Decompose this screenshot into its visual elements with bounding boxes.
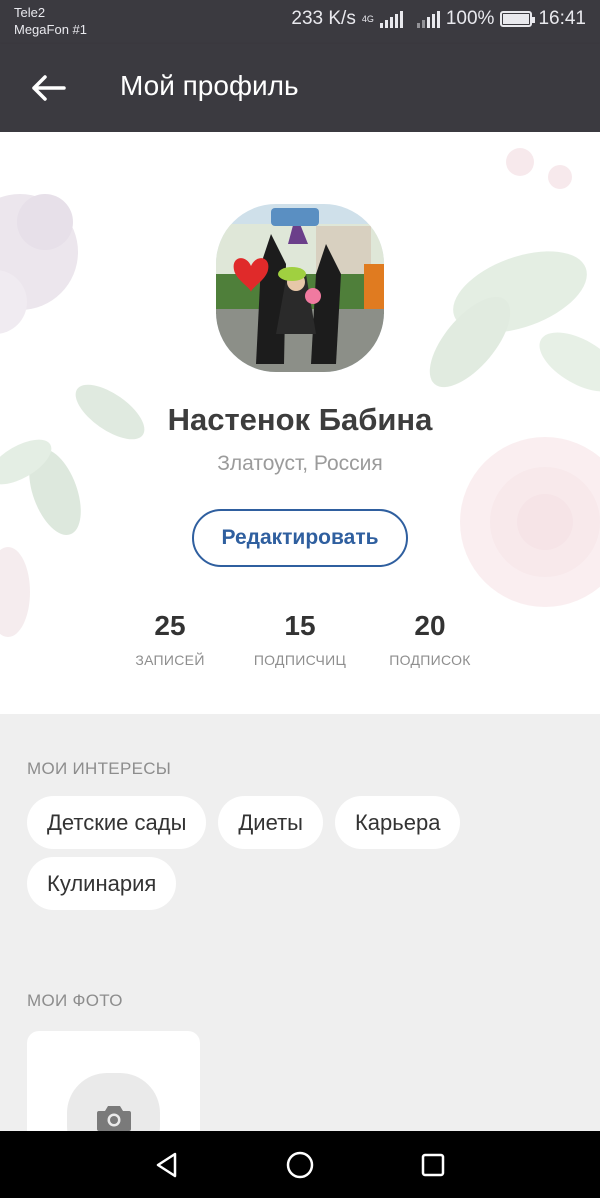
stat-label: ПОДПИСОК xyxy=(389,652,471,668)
nav-back-button[interactable] xyxy=(147,1145,187,1185)
nav-recents-button[interactable] xyxy=(413,1145,453,1185)
profile-header: Настенок Бабина Златоуст, Россия Редакти… xyxy=(0,132,600,714)
circle-home-icon xyxy=(286,1151,314,1179)
stat-label: ЗАПИСЕЙ xyxy=(135,652,205,668)
signal-2-icon xyxy=(416,10,440,28)
stat-posts[interactable]: 25 ЗАПИСЕЙ xyxy=(105,610,235,668)
interests-title: МОИ ИНТЕРЕСЫ xyxy=(27,759,172,778)
clock: 16:41 xyxy=(538,8,586,29)
stat-followers[interactable]: 15 ПОДПИСЧИЦ xyxy=(235,610,365,668)
status-bar: Tele2 MegaFon #1 233 K/s 4G 100% 16:41 xyxy=(0,0,600,44)
square-recents-icon xyxy=(421,1153,445,1177)
app-bar: Мой профиль xyxy=(0,44,600,132)
stat-label: ПОДПИСЧИЦ xyxy=(253,652,347,668)
carrier-2: MegaFon #1 xyxy=(14,22,87,37)
battery-percent: 100% xyxy=(445,8,495,29)
net-speed: 233 K/s xyxy=(291,8,356,29)
status-indicators: 233 K/s 4G 100% 16:41 xyxy=(291,8,586,30)
stat-following[interactable]: 20 ПОДПИСОК xyxy=(365,610,495,668)
interest-chip[interactable]: Диеты xyxy=(218,796,323,849)
signal-icon xyxy=(379,10,403,28)
nav-home-button[interactable] xyxy=(280,1145,320,1185)
battery-icon xyxy=(500,11,536,27)
camera-icon xyxy=(96,1106,131,1131)
stat-value: 15 xyxy=(284,610,316,641)
net-type: 4G xyxy=(361,13,374,24)
profile-location: Златоуст, Россия xyxy=(217,452,383,475)
triangle-back-icon xyxy=(156,1152,177,1178)
profile-stats: 25 ЗАПИСЕЙ 15 ПОДПИСЧИЦ 20 ПОДПИСОК xyxy=(105,610,495,668)
interest-chip[interactable]: Детские сады xyxy=(27,796,207,849)
interests-list: Детские сады Диеты Карьера Кулинария xyxy=(27,796,587,910)
profile-name: Настенок Бабина xyxy=(167,402,433,437)
avatar-photo xyxy=(216,204,384,372)
avatar[interactable] xyxy=(216,204,384,372)
interest-chip[interactable]: Карьера xyxy=(334,796,461,849)
stat-value: 25 xyxy=(154,610,186,641)
interest-chip[interactable]: Кулинария xyxy=(27,857,177,910)
photos-title: МОИ ФОТО xyxy=(27,991,123,1010)
carrier-1: Tele2 xyxy=(14,5,46,20)
arrow-left-icon xyxy=(32,75,66,101)
edit-profile-button[interactable]: Редактировать xyxy=(192,509,408,567)
page-title: Мой профиль xyxy=(120,70,299,101)
system-nav-bar xyxy=(0,1131,600,1198)
carrier-info: Tele2 MegaFon #1 xyxy=(14,4,87,38)
stat-value: 20 xyxy=(414,610,446,641)
back-button[interactable] xyxy=(26,66,70,110)
